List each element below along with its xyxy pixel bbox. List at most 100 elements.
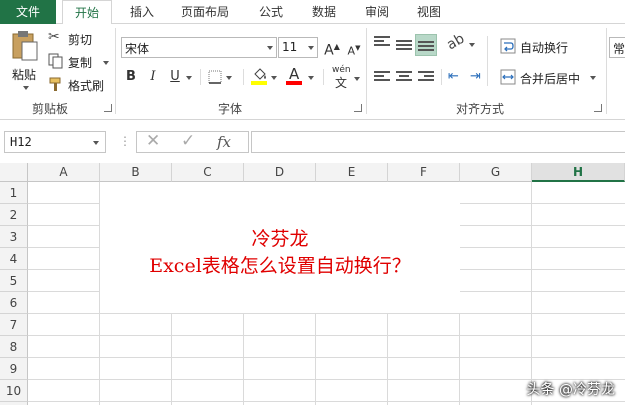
chevron-down-icon xyxy=(469,43,475,47)
cut-button[interactable]: ✂ 剪切 xyxy=(48,29,108,48)
name-box[interactable]: H12 xyxy=(4,131,106,153)
font-color-swatch xyxy=(286,81,302,85)
column-header-d[interactable]: D xyxy=(244,163,316,182)
column-header-a[interactable]: A xyxy=(28,163,100,182)
chevron-down-icon xyxy=(226,76,232,80)
group-divider xyxy=(606,28,607,114)
tab-review[interactable]: 审阅 xyxy=(356,0,398,24)
text-box[interactable]: 冷芬龙 Excel表格怎么设置自动换行？ xyxy=(100,182,460,313)
copy-button[interactable]: 复制 xyxy=(48,53,110,71)
font-name-value: 宋体 xyxy=(125,42,150,56)
font-size-value: 11 xyxy=(282,40,298,54)
shrink-arrow-icon: ▼ xyxy=(355,44,361,52)
tab-data[interactable]: 数据 xyxy=(302,0,346,24)
italic-button[interactable]: I xyxy=(143,67,163,87)
tab-page-layout[interactable]: 页面布局 xyxy=(172,0,238,24)
font-launcher-icon[interactable] xyxy=(354,104,362,112)
row-header-7[interactable]: 7 xyxy=(0,314,28,336)
formula-bar-grip-icon: ⋮ xyxy=(119,134,131,148)
format-painter-label: 格式刷 xyxy=(68,79,105,93)
column-gridline xyxy=(531,182,532,405)
column-header-g[interactable]: G xyxy=(460,163,532,182)
align-top-icon[interactable] xyxy=(374,36,390,50)
border-icon xyxy=(208,70,222,84)
merge-center-button[interactable]: 合并后居中 xyxy=(500,68,600,88)
underline-button[interactable]: U xyxy=(165,67,185,87)
chevron-down-icon xyxy=(590,76,596,80)
alignment-launcher-icon[interactable] xyxy=(594,104,602,112)
phonetic-button[interactable]: wén 文 xyxy=(330,65,362,90)
wrap-text-button[interactable]: 自动换行 xyxy=(500,37,580,57)
ribbon-tabs: 文件 开始 插入 页面布局 公式 数据 审阅 视图 xyxy=(0,0,625,25)
borders-button[interactable] xyxy=(207,69,235,85)
paste-dropdown-icon[interactable] xyxy=(23,86,29,90)
column-header-f[interactable]: F xyxy=(388,163,460,182)
bold-button[interactable]: B xyxy=(121,67,141,87)
formula-input[interactable] xyxy=(251,131,625,153)
shrink-font-label: A xyxy=(347,44,356,58)
number-format-value: 常 xyxy=(613,42,625,56)
number-format-combo[interactable]: 常 xyxy=(609,37,625,58)
enter-icon[interactable]: ✓ xyxy=(181,131,195,151)
scissors-icon: ✂ xyxy=(48,29,60,45)
grow-font-button[interactable]: A▲ xyxy=(322,37,342,59)
align-middle-icon[interactable] xyxy=(396,40,412,54)
decrease-indent-button[interactable]: ⇤ xyxy=(448,69,466,87)
align-center-icon[interactable] xyxy=(396,71,412,85)
fill-color-button[interactable] xyxy=(251,66,279,88)
column-header-h[interactable]: H xyxy=(532,163,625,182)
merge-cells-icon xyxy=(500,69,516,85)
cancel-icon[interactable]: ✕ xyxy=(146,131,160,151)
row-header-8[interactable]: 8 xyxy=(0,336,28,358)
font-name-combo[interactable]: 宋体 xyxy=(121,37,277,58)
tab-view[interactable]: 视图 xyxy=(408,0,450,24)
chevron-down-icon xyxy=(308,76,314,80)
column-header-b[interactable]: B xyxy=(100,163,172,182)
underline-dropdown-icon[interactable] xyxy=(186,76,192,80)
formula-bar: H12 ⋮ ✕ ✓ fx xyxy=(0,126,625,158)
chevron-down-icon xyxy=(267,46,273,50)
increase-indent-button[interactable]: ⇥ xyxy=(470,69,488,87)
row-header-10[interactable]: 10 xyxy=(0,380,28,402)
paintbrush-icon xyxy=(49,77,61,91)
align-bottom-button[interactable] xyxy=(415,34,437,56)
shrink-font-button[interactable]: A▼ xyxy=(344,38,364,58)
insert-function-icon[interactable]: fx xyxy=(217,133,231,151)
paste-button[interactable]: 粘贴 xyxy=(6,30,44,92)
divider xyxy=(243,69,244,85)
copy-dropdown-icon[interactable] xyxy=(103,61,109,65)
increase-indent-icon: ⇥ xyxy=(470,69,481,84)
alignment-group-label: 对齐方式 xyxy=(455,102,504,116)
row-header-2[interactable]: 2 xyxy=(0,204,28,226)
tab-file[interactable]: 文件 xyxy=(0,0,56,24)
column-header-e[interactable]: E xyxy=(316,163,388,182)
row-header-4[interactable]: 4 xyxy=(0,248,28,270)
row-gridline xyxy=(28,401,625,402)
chevron-down-icon xyxy=(354,77,360,81)
align-left-icon[interactable] xyxy=(374,71,390,85)
row-header-1[interactable]: 1 xyxy=(0,182,28,204)
row-header-3[interactable]: 3 xyxy=(0,226,28,248)
tab-formulas[interactable]: 公式 xyxy=(250,0,292,24)
row-header-9[interactable]: 9 xyxy=(0,358,28,380)
orientation-icon: ab xyxy=(444,30,468,54)
group-divider xyxy=(366,28,367,114)
fill-color-swatch xyxy=(251,81,267,85)
tab-insert[interactable]: 插入 xyxy=(120,0,164,24)
orientation-button[interactable]: ab xyxy=(444,31,477,54)
chevron-down-icon xyxy=(308,46,314,50)
select-all-button[interactable] xyxy=(0,163,28,182)
row-header-5[interactable]: 5 xyxy=(0,270,28,292)
font-color-button[interactable]: A xyxy=(286,65,316,88)
row-header-6[interactable]: 6 xyxy=(0,292,28,314)
formula-buttons: ✕ ✓ fx xyxy=(136,131,249,153)
font-size-combo[interactable]: 11 xyxy=(278,37,318,58)
grow-arrow-icon: ▲ xyxy=(333,42,340,51)
align-right-icon[interactable] xyxy=(418,71,434,85)
row-gridline xyxy=(28,335,625,336)
merge-center-label: 合并后居中 xyxy=(520,72,581,86)
column-header-c[interactable]: C xyxy=(172,163,244,182)
format-painter-button[interactable]: 格式刷 xyxy=(48,76,110,94)
tab-home[interactable]: 开始 xyxy=(62,0,112,25)
clipboard-launcher-icon[interactable] xyxy=(104,104,112,112)
